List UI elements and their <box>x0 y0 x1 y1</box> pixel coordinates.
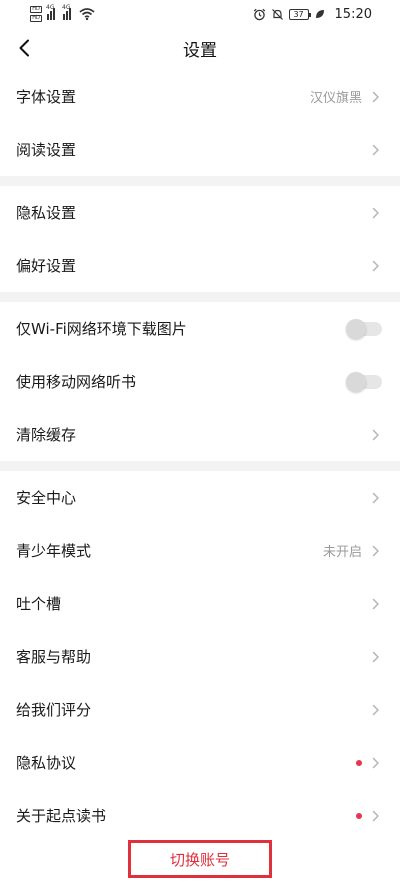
settings-row-trailing <box>372 492 382 504</box>
notification-dot-icon <box>356 759 362 766</box>
section-divider <box>0 292 400 302</box>
settings-row-trailing: 汉仪旗黑 <box>310 87 382 106</box>
settings-row-value: 汉仪旗黑 <box>309 91 362 106</box>
sim2-icon: HD <box>30 15 42 22</box>
settings-row-trailing <box>372 651 382 663</box>
section-divider <box>0 176 400 186</box>
settings-row-trailing <box>356 810 382 822</box>
notification-dot-icon <box>356 812 362 819</box>
chevron-right-icon <box>372 429 382 441</box>
settings-row-label: 字体设置 <box>16 88 77 106</box>
settings-row[interactable]: 关于起点读书 <box>0 789 400 842</box>
network2-label: 4G <box>62 4 71 11</box>
chevron-right-icon <box>372 598 382 610</box>
clock: 15:20 <box>334 6 372 22</box>
switch-account-label: 切换账号 <box>169 850 230 869</box>
page-title: 设置 <box>183 40 217 61</box>
wifi-icon <box>79 8 95 20</box>
settings-row-trailing <box>346 371 382 392</box>
settings-row-label: 偏好设置 <box>16 257 77 275</box>
chevron-right-icon <box>372 651 382 663</box>
settings-row-trailing <box>372 429 382 441</box>
chevron-right-icon <box>372 144 382 156</box>
sim1-icon: HD <box>30 6 42 13</box>
settings-row-label: 吐个槽 <box>16 595 62 613</box>
settings-row[interactable]: 阅读设置 <box>0 123 400 176</box>
settings-row[interactable]: 给我们评分 <box>0 683 400 736</box>
switch-account-button[interactable]: 切换账号 <box>128 840 272 878</box>
settings-row-label: 阅读设置 <box>16 141 77 159</box>
nav-bar: 设置 <box>0 28 400 68</box>
back-button[interactable] <box>10 34 38 62</box>
settings-row[interactable]: 隐私设置 <box>0 186 400 239</box>
section-divider <box>0 461 400 471</box>
settings-row-label: 隐私设置 <box>16 204 77 222</box>
settings-row-value: 未开启 <box>322 545 362 560</box>
settings-row-label: 关于起点读书 <box>16 807 107 825</box>
settings-row-trailing <box>372 704 382 716</box>
settings-row[interactable]: 吐个槽 <box>0 577 400 630</box>
settings-row-trailing <box>372 207 382 219</box>
settings-row-label: 仅Wi-Fi网络环境下载图片 <box>16 320 187 338</box>
settings-row-trailing: 未开启 <box>323 541 382 560</box>
settings-row[interactable]: 青少年模式 未开启 <box>0 524 400 577</box>
settings-row-trailing <box>346 318 382 339</box>
settings-row-label: 给我们评分 <box>16 701 92 719</box>
settings-row-label: 隐私协议 <box>16 754 77 772</box>
battery-icon: 37 <box>288 8 311 20</box>
toggle-switch[interactable] <box>346 371 382 392</box>
signal1-icon: 4G <box>46 4 58 20</box>
toggle-knob <box>346 371 366 392</box>
settings-row[interactable]: 隐私协议 <box>0 736 400 789</box>
settings-row[interactable]: 仅Wi-Fi网络环境下载图片 <box>0 302 400 355</box>
status-right: 37 15:20 <box>253 7 372 22</box>
chevron-right-icon <box>372 260 382 272</box>
chevron-right-icon <box>372 704 382 716</box>
settings-row[interactable]: 偏好设置 <box>0 239 400 292</box>
toggle-switch[interactable] <box>346 318 382 339</box>
leaf-icon <box>315 10 324 18</box>
mute-bell-icon <box>271 8 283 20</box>
back-arrow-icon <box>19 39 29 57</box>
chevron-right-icon <box>372 810 382 822</box>
alarm-icon <box>253 8 265 20</box>
settings-row-label: 青少年模式 <box>16 542 92 560</box>
chevron-right-icon <box>372 757 382 769</box>
settings-row[interactable]: 安全中心 <box>0 471 400 524</box>
settings-row-trailing <box>356 757 382 769</box>
toggle-knob <box>346 318 366 339</box>
status-left: HD HD 4G 4G <box>30 4 95 22</box>
chevron-right-icon <box>372 492 382 504</box>
network1-label: 4G <box>46 4 55 11</box>
settings-row[interactable]: 使用移动网络听书 <box>0 355 400 408</box>
settings-row-trailing <box>372 144 382 156</box>
settings-list: 字体设置 汉仪旗黑阅读设置隐私设置偏好设置仅Wi-Fi网络环境下载图片 使用移动网络… <box>0 70 400 842</box>
status-bar: HD HD 4G 4G 37 15:20 <box>0 0 400 28</box>
settings-row-label: 使用移动网络听书 <box>16 373 137 391</box>
settings-row-trailing <box>372 260 382 272</box>
chevron-right-icon <box>372 207 382 219</box>
settings-row-trailing <box>372 598 382 610</box>
settings-row-label: 安全中心 <box>16 489 77 507</box>
settings-row[interactable]: 清除缓存 <box>0 408 400 461</box>
chevron-right-icon <box>372 91 382 103</box>
settings-row[interactable]: 字体设置 汉仪旗黑 <box>0 70 400 123</box>
settings-row[interactable]: 客服与帮助 <box>0 630 400 683</box>
sim-indicators: HD HD <box>30 6 42 22</box>
settings-row-label: 清除缓存 <box>16 426 77 444</box>
signal2-icon: 4G <box>62 4 74 20</box>
chevron-right-icon <box>372 545 382 557</box>
settings-row-label: 客服与帮助 <box>16 648 92 666</box>
